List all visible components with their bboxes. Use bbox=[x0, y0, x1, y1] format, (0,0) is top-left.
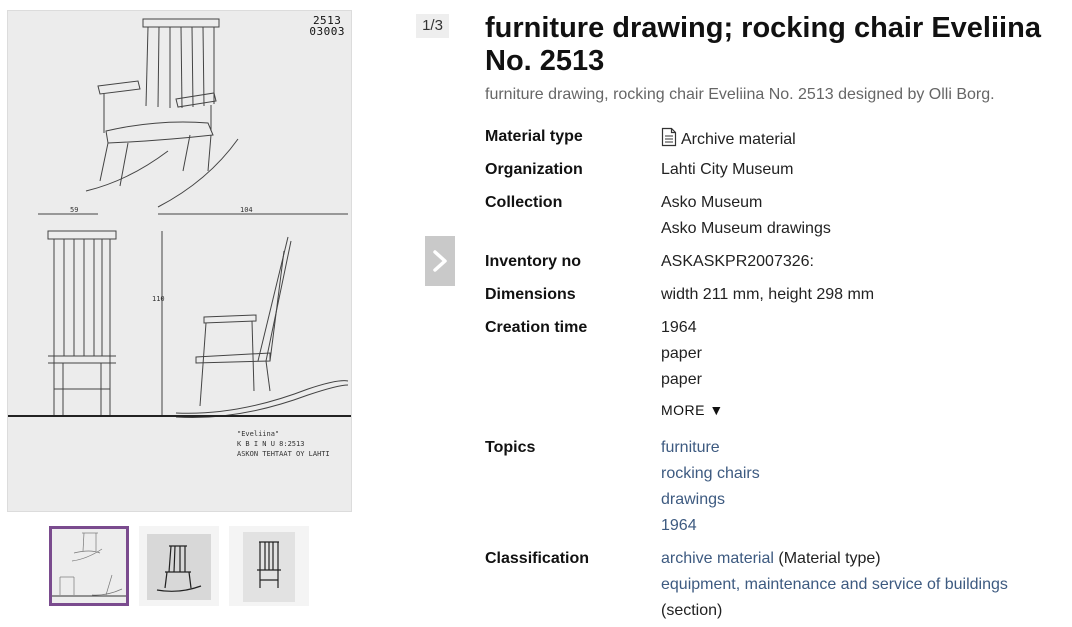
row-label: Topics bbox=[485, 439, 536, 456]
record-title: furniture drawing; rocking chair Eveliin… bbox=[485, 12, 1041, 77]
next-image-button[interactable] bbox=[425, 236, 455, 286]
row-label: Classification bbox=[485, 550, 590, 567]
classification-link[interactable]: archive material bbox=[661, 550, 774, 567]
dimension-label: 104 bbox=[240, 206, 253, 214]
row-label: Collection bbox=[485, 194, 563, 211]
record-subtitle: furniture drawing, rocking chair Eveliin… bbox=[485, 86, 995, 103]
row-label: Material type bbox=[485, 128, 583, 145]
image-counter: 1/3 bbox=[416, 14, 449, 38]
row-value: archive material (Material type) equipme… bbox=[661, 549, 1071, 627]
dimension-label: 110 bbox=[152, 295, 165, 303]
row-label: Dimensions bbox=[485, 286, 576, 303]
row-value: furniture rocking chairs drawings 1964 bbox=[661, 438, 1071, 542]
creation-value: 1964 bbox=[661, 319, 697, 336]
topic-link[interactable]: furniture bbox=[661, 439, 720, 456]
thumbnail-1[interactable] bbox=[49, 526, 129, 606]
collection-value: Asko Museum bbox=[661, 194, 763, 211]
row-value: ASKASKPR2007326: bbox=[661, 252, 1071, 278]
thumbnail-3[interactable] bbox=[229, 526, 309, 606]
row-value: Archive material bbox=[661, 127, 1071, 153]
classification-link[interactable]: equipment, maintenance and service of bu… bbox=[661, 576, 1008, 593]
drawing-caption: "Eveliina" K B I N U 8:2513 ASKON TEHTAA… bbox=[237, 429, 330, 459]
more-toggle[interactable]: MORE ▼ bbox=[661, 400, 724, 420]
dimension-label: 59 bbox=[70, 206, 78, 214]
organization-value: Lahti City Museum bbox=[661, 161, 794, 178]
collection-value: Asko Museum drawings bbox=[661, 220, 831, 237]
row-label: Inventory no bbox=[485, 253, 582, 270]
thumbnail-photo-image bbox=[139, 526, 219, 606]
row-value: 1964 paper paper MORE ▼ bbox=[661, 318, 1071, 422]
inventory-value: ASKASKPR2007326: bbox=[661, 253, 814, 270]
creation-value: paper bbox=[661, 345, 702, 362]
creation-value: paper bbox=[661, 371, 702, 388]
thumbnail-2[interactable] bbox=[139, 526, 219, 606]
drawing-code-bottom: 03003 bbox=[309, 25, 345, 38]
dimensions-value: width 211 mm, height 298 mm bbox=[661, 286, 875, 303]
main-image[interactable]: 59 104 110 2513 03003 "Eveliina" K B I N… bbox=[7, 10, 352, 512]
row-value: width 211 mm, height 298 mm bbox=[661, 285, 1071, 311]
caption-line: ASKON TEHTAAT OY LAHTI bbox=[237, 450, 330, 458]
row-label: Organization bbox=[485, 161, 583, 178]
row-value: Asko Museum Asko Museum drawings bbox=[661, 193, 1071, 245]
topic-link[interactable]: 1964 bbox=[661, 517, 697, 534]
classification-note: (section) bbox=[661, 602, 723, 619]
drawing-code: 2513 03003 bbox=[309, 15, 345, 37]
chevron-right-icon bbox=[433, 250, 447, 272]
row-value: Lahti City Museum bbox=[661, 160, 1071, 186]
topic-link[interactable]: rocking chairs bbox=[661, 465, 760, 482]
row-label: Creation time bbox=[485, 319, 588, 336]
thumbnail-photo-image bbox=[229, 526, 309, 606]
thumbnail-drawing-image bbox=[52, 529, 126, 603]
document-icon bbox=[661, 127, 677, 147]
material-type-value: Archive material bbox=[681, 131, 796, 148]
topic-link[interactable]: drawings bbox=[661, 491, 725, 508]
caption-line: K B I N U 8:2513 bbox=[237, 440, 305, 448]
caption-line: "Eveliina" bbox=[237, 430, 280, 438]
classification-note: (Material type) bbox=[773, 550, 881, 567]
